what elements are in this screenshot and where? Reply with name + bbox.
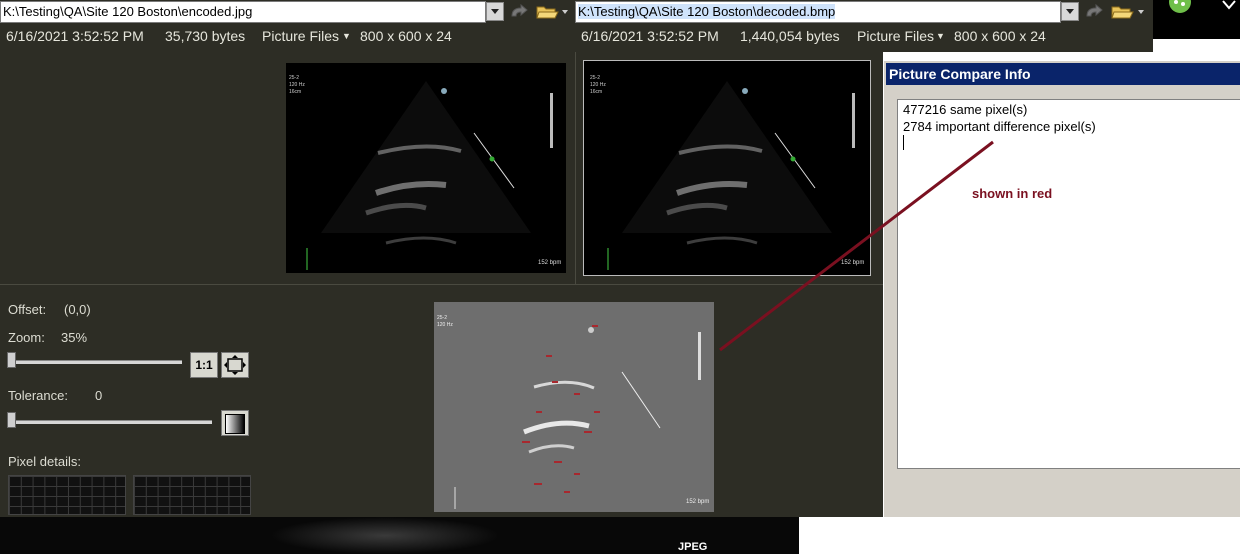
bpm-label: 152 bpm [538,260,562,266]
right-file-dimensions: 800 x 600 x 24 [954,28,1046,44]
svg-text:25-2: 25-2 [590,75,600,81]
gradient-icon [225,414,245,434]
text-caret [903,135,904,150]
svg-text:120 Hz: 120 Hz [289,82,305,88]
annotation-text: shown in red [972,186,1053,201]
svg-text:120 Hz: 120 Hz [590,82,606,88]
bpm-label: 152 bpm [841,260,865,266]
zoom-label: Zoom: [8,330,45,345]
svg-text:25-2: 25-2 [437,315,447,321]
folder-open-icon[interactable] [535,2,561,22]
one-to-one-button[interactable]: 1:1 [190,352,218,378]
chevron-down-icon[interactable] [1138,10,1144,14]
left-image-viewer[interactable]: 25-2 120 Hz 16cm 152 bpm [286,63,566,273]
ultrasound-image: 25-2 120 Hz 16cm [590,75,855,270]
left-file-size: 35,730 bytes [165,28,246,44]
left-file-dimensions: 800 x 600 x 24 [360,28,452,44]
pixel-details-label: Pixel details: [8,454,81,469]
svg-text:16cm: 16cm [289,89,301,95]
difference-image-content: 25-2 120 Hz [437,315,701,509]
tolerance-value: 0 [95,388,103,403]
svg-text:25-2: 25-2 [289,75,299,81]
right-path-field[interactable]: K:\Testing\QA\Site 120 Boston\decoded.bm… [575,1,1061,23]
window-title: Picture Compare Info [886,63,1240,85]
left-path-field[interactable]: K:\Testing\QA\Site 120 Boston\encoded.jp… [0,1,486,23]
right-file-size: 1,440,054 bytes [740,28,840,44]
offset-label: Offset: [8,302,47,317]
left-file-filter[interactable]: Picture Files [262,28,339,44]
svg-text:16cm: 16cm [590,89,602,95]
pixel-grid-right [133,475,251,515]
redo-arrow-icon[interactable] [509,2,531,22]
tolerance-label: Tolerance: [8,388,68,403]
tolerance-slider-track[interactable] [8,420,212,424]
bpm-label: 152 bpm [686,499,710,505]
difference-pixels-line: 2784 important difference pixel(s) [903,119,1096,134]
tolerance-slider-thumb[interactable] [7,412,16,428]
fit-to-window-button[interactable] [221,352,249,378]
gradient-button[interactable] [221,410,249,436]
zoom-slider-track[interactable] [8,360,182,364]
filter-dropdown-icon[interactable]: ▼ [936,31,945,41]
zoom-value: 35% [61,330,88,345]
right-file-filter[interactable]: Picture Files [857,28,934,44]
fit-to-window-icon [224,355,246,375]
app-icon [1169,0,1191,13]
right-image-viewer[interactable]: 25-2 120 Hz 16cm 152 bpm [583,60,871,276]
redo-arrow-icon[interactable] [1084,2,1106,22]
divider [0,284,883,285]
left-file-date: 6/16/2021 3:52:52 PM [6,28,144,44]
offset-value: (0,0) [64,302,91,317]
filter-dropdown-icon[interactable]: ▼ [342,31,351,41]
bottom-preview-glow [270,517,500,554]
difference-image[interactable]: 25-2 120 Hz 152 bpm [434,302,714,512]
same-pixels-line: 477216 same pixel(s) [903,102,1028,117]
compare-info-window: Picture Compare Info 477216 same pixel(s… [883,61,1240,517]
folder-open-icon[interactable] [1110,2,1136,22]
divider [575,52,576,284]
chevron-icon [1222,0,1236,10]
svg-text:120 Hz: 120 Hz [437,322,453,328]
ultrasound-image: 25-2 120 Hz 16cm [289,75,553,270]
compare-info-text-area[interactable]: 477216 same pixel(s) 2784 important diff… [897,99,1240,469]
left-path-dropdown-button[interactable] [486,2,504,21]
right-file-date: 6/16/2021 3:52:52 PM [581,28,719,44]
chevron-down-icon[interactable] [562,10,568,14]
right-path-dropdown-button[interactable] [1061,2,1079,21]
pixel-grid-left [8,475,126,515]
zoom-slider-thumb[interactable] [7,352,16,368]
format-tag: JPEG [678,541,708,553]
